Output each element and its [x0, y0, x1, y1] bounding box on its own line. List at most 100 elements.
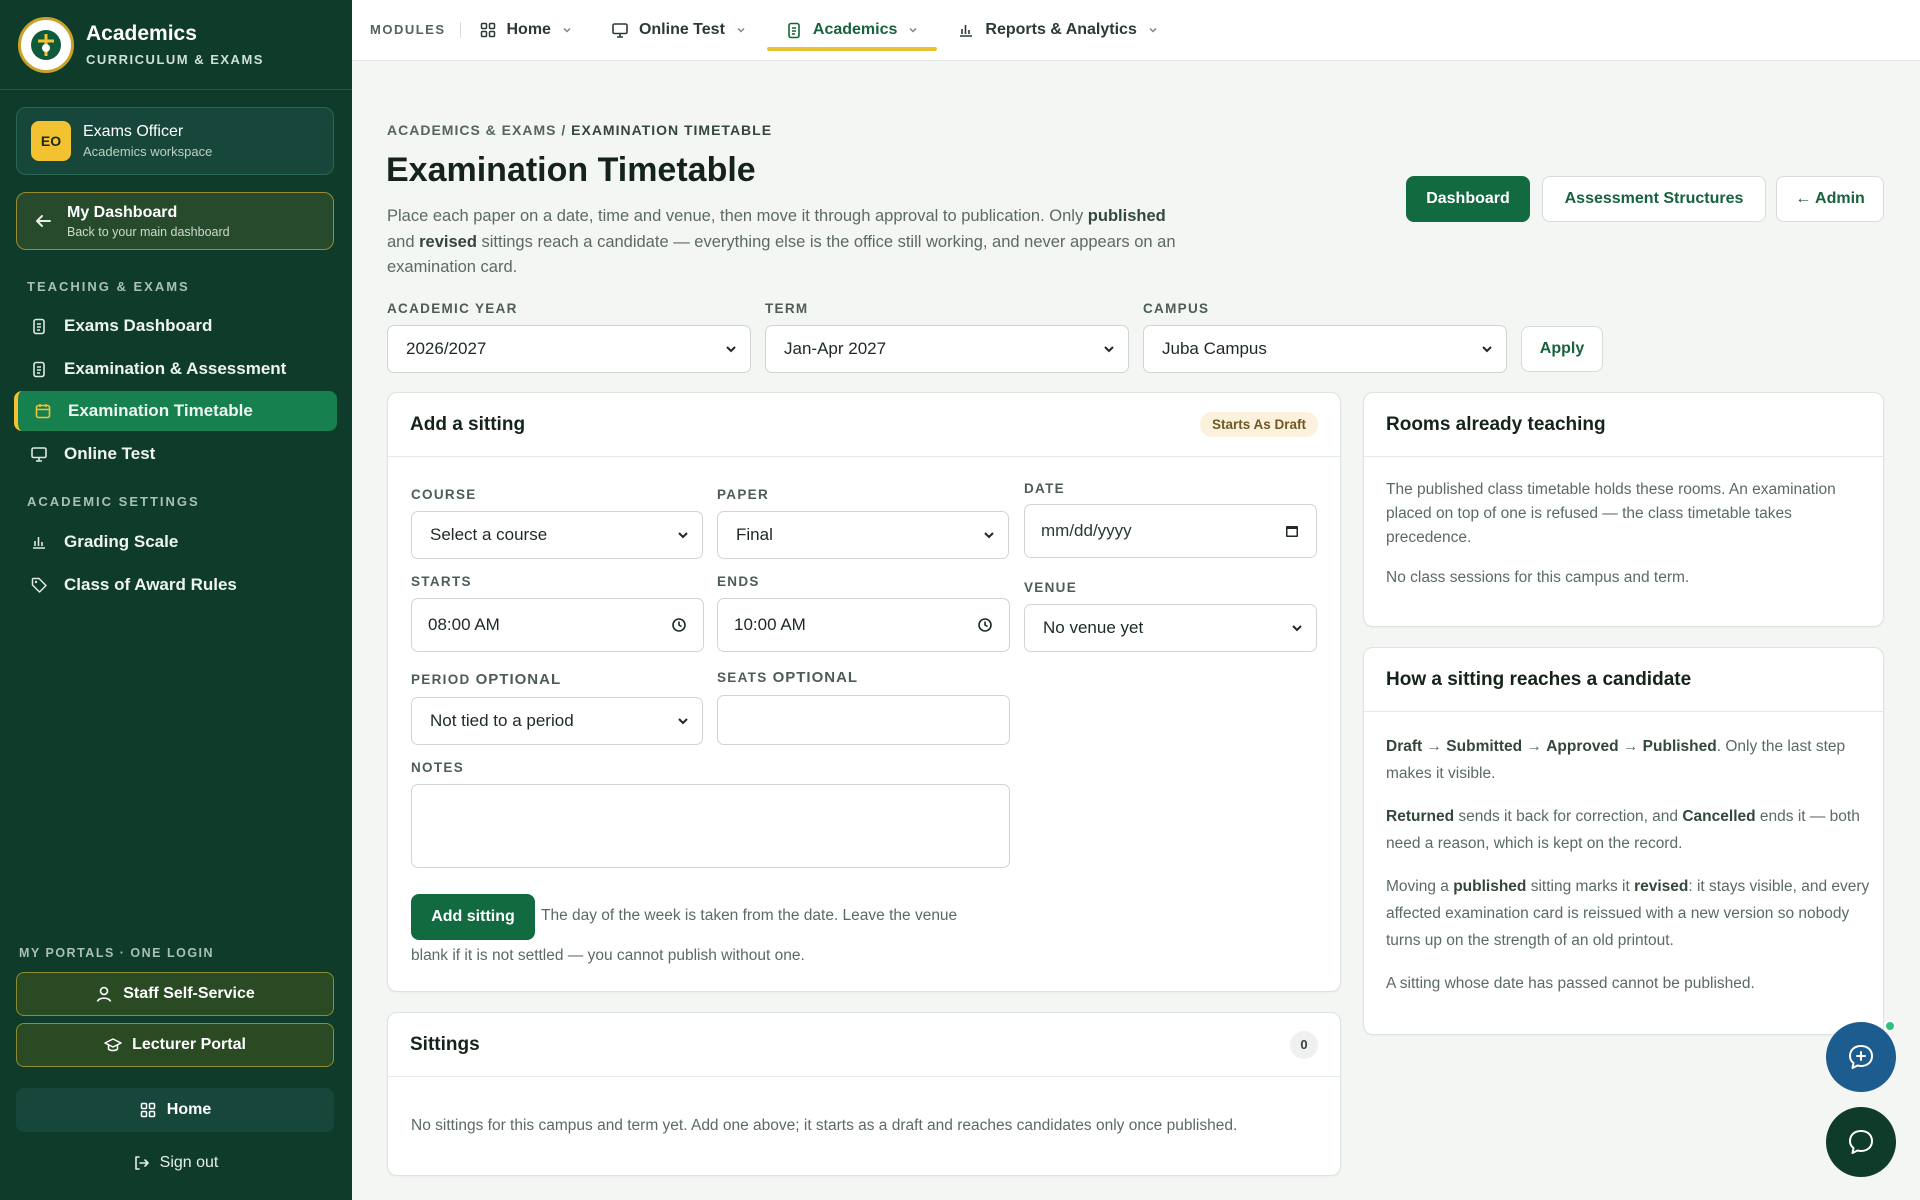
rooms-title: Rooms already teaching: [1386, 413, 1606, 435]
breadcrumb: ACADEMICS & EXAMS / EXAMINATION TIMETABL…: [387, 122, 773, 138]
chat-plus-icon: [1849, 1045, 1873, 1069]
period-select[interactable]: Not tied to a period: [411, 697, 703, 745]
user-workspace: Academics workspace: [83, 144, 213, 159]
breadcrumb-parent[interactable]: ACADEMICS & EXAMS: [387, 122, 556, 138]
add-sitting-title: Add a sitting: [410, 413, 526, 435]
home-label: Home: [166, 1101, 212, 1118]
monitor-icon: [31, 447, 47, 462]
sittings-count-badge: 0: [1290, 1030, 1318, 1059]
ends-time-input[interactable]: 10:00 AM: [717, 598, 1010, 652]
modules-label: MODULES: [370, 22, 461, 38]
topnav-home[interactable]: Home: [479, 0, 573, 61]
tag-icon: [31, 577, 47, 593]
sittings-title: Sittings: [410, 1033, 480, 1055]
sidebar-item-grading-scale[interactable]: Grading Scale: [14, 522, 337, 562]
add-sitting-hint-line1: The day of the week is taken from the da…: [541, 907, 958, 924]
course-select[interactable]: Select a course: [411, 511, 703, 559]
course-value: Select a course: [430, 525, 548, 544]
period-label: PERIOD OPTIONAL: [411, 671, 562, 688]
sidebar-item-label: Class of Award Rules: [64, 575, 237, 594]
workflow-revised: Moving a published sitting marks it revi…: [1386, 878, 1870, 949]
campus-value: Juba Campus: [1162, 339, 1267, 358]
lecturer-portal-label: Lecturer Portal: [132, 1036, 246, 1053]
date-placeholder: mm/dd/yyyy: [1041, 521, 1132, 540]
sidebar-item-label: Grading Scale: [64, 532, 179, 551]
my-dashboard-link[interactable]: My Dashboard Back to your main dashboard: [16, 192, 334, 250]
topnav-reports-analytics[interactable]: Reports & Analytics: [957, 0, 1158, 61]
topnav-online-test[interactable]: Online Test: [611, 0, 747, 61]
staff-self-service-button[interactable]: Staff Self-Service: [16, 972, 334, 1016]
topnav-academics[interactable]: Academics: [766, 0, 937, 61]
sidebar-item-online-test[interactable]: Online Test: [14, 434, 337, 474]
sidebar-item-exams-dashboard[interactable]: Exams Dashboard: [14, 306, 337, 346]
calendar-icon[interactable]: [1284, 523, 1300, 539]
bar-chart-icon: [33, 537, 45, 549]
chat-button[interactable]: [1826, 1107, 1896, 1177]
grid-icon: [140, 1102, 156, 1118]
chevron-down-icon: [737, 27, 745, 33]
starts-time-input[interactable]: 08:00 AM: [411, 598, 704, 652]
lecturer-portal-button[interactable]: Lecturer Portal: [16, 1023, 334, 1067]
monitor-icon: [612, 23, 628, 38]
seats-input[interactable]: [717, 695, 1010, 745]
assistant-chat-button[interactable]: [1826, 1022, 1896, 1092]
section-settings-label: ACADEMIC SETTINGS: [27, 494, 200, 509]
topnav-label: Reports & Analytics: [985, 21, 1137, 38]
sidebar-item-examination-assessment[interactable]: Examination & Assessment: [14, 349, 337, 389]
brand: Academics CURRICULUM & EXAMS: [0, 0, 352, 90]
sidebar-item-examination-timetable[interactable]: Examination Timetable: [14, 391, 337, 431]
chat-icon: [1849, 1130, 1873, 1154]
add-sitting-button[interactable]: Add sitting: [411, 894, 535, 940]
venue-label: VENUE: [1024, 580, 1078, 595]
add-sitting-hint-line2: blank if it is not settled — you cannot …: [411, 947, 805, 964]
term-select[interactable]: Jan-Apr 2027: [765, 325, 1129, 373]
clock-icon[interactable]: [671, 617, 687, 633]
clipboard-icon: [788, 22, 800, 39]
admin-button[interactable]: ← Admin: [1776, 176, 1884, 222]
assessment-structures-button[interactable]: Assessment Structures: [1542, 176, 1766, 222]
sittings-header: Sittings 0: [388, 1013, 1340, 1077]
dashboard-title: My Dashboard: [67, 203, 178, 221]
top-nav: MODULES Home Online Test Academics Repor…: [352, 0, 1920, 61]
user-name: Exams Officer: [83, 123, 184, 140]
term-label: TERM: [765, 301, 809, 316]
chevron-down-icon: [1104, 346, 1114, 353]
date-label: DATE: [1024, 481, 1065, 496]
clock-icon[interactable]: [977, 617, 993, 633]
academic-year-select[interactable]: 2026/2027: [387, 325, 751, 373]
workflow-date-rule: A sitting whose date has passed cannot b…: [1386, 975, 1755, 992]
notes-textarea[interactable]: [411, 784, 1010, 868]
workflow-header: How a sitting reaches a candidate: [1364, 648, 1883, 712]
add-sitting-header: Add a sitting Starts As Draft: [388, 393, 1340, 457]
user-card[interactable]: EO Exams Officer Academics workspace: [16, 107, 334, 175]
topnav-label: Online Test: [638, 21, 725, 38]
workflow-title: How a sitting reaches a candidate: [1386, 668, 1692, 690]
campus-select[interactable]: Juba Campus: [1143, 325, 1507, 373]
paper-select[interactable]: Final: [717, 511, 1009, 559]
chevron-down-icon: [909, 27, 917, 33]
starts-label: STARTS: [411, 574, 472, 589]
chevron-down-icon: [984, 532, 994, 539]
sidebar-home-button[interactable]: Home: [16, 1088, 334, 1132]
paper-value: Final: [736, 525, 773, 544]
period-value: Not tied to a period: [430, 711, 574, 730]
sidebar-item-class-of-award-rules[interactable]: Class of Award Rules: [14, 565, 337, 605]
section-teaching-label: TEACHING & EXAMS: [27, 279, 190, 294]
sidebar: Academics CURRICULUM & EXAMS EO Exams Of…: [0, 0, 352, 1200]
sittings-card: Sittings 0: [387, 1012, 1341, 1176]
date-input[interactable]: mm/dd/yyyy: [1024, 504, 1317, 558]
breadcrumb-current: EXAMINATION TIMETABLE: [571, 122, 773, 138]
page-title: Examination Timetable: [386, 151, 756, 189]
dashboard-button[interactable]: Dashboard: [1406, 176, 1530, 222]
chevron-down-icon: [563, 27, 571, 33]
sign-out-label: Sign out: [159, 1154, 219, 1171]
sign-out-button[interactable]: Sign out: [16, 1148, 334, 1178]
venue-select[interactable]: No venue yet: [1024, 604, 1317, 652]
page-description: Place each paper on a date, time and ven…: [387, 207, 1176, 276]
chevron-down-icon: [1149, 27, 1157, 33]
workflow-return-cancel: Returned sends it back for correction, a…: [1386, 808, 1860, 852]
apply-button[interactable]: Apply: [1521, 326, 1603, 372]
online-indicator: [1884, 1020, 1896, 1032]
chevron-down-icon: [678, 718, 688, 725]
sidebar-item-label: Examination Timetable: [68, 401, 253, 420]
